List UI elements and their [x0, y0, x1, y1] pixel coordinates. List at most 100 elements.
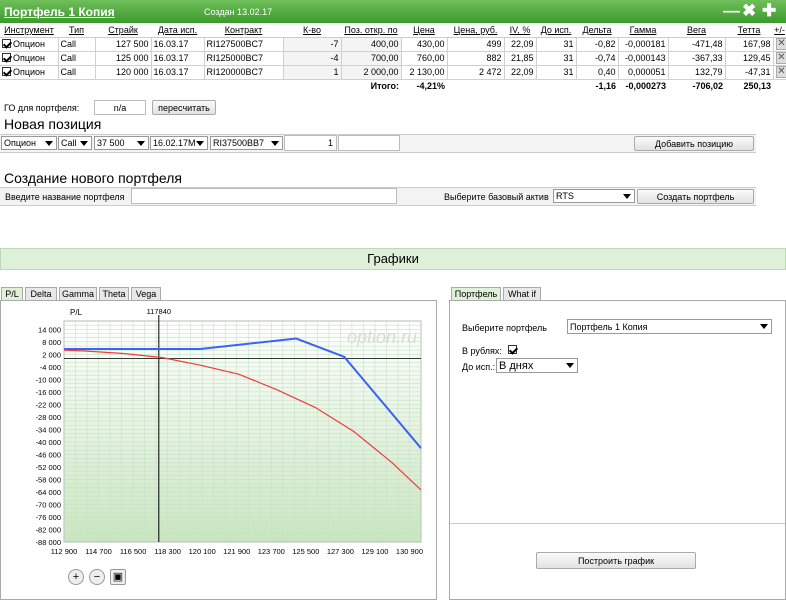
type-select[interactable]: Call — [58, 136, 92, 150]
expiry-label: До исп.: — [462, 362, 496, 372]
add-icon[interactable]: ✚ — [762, 1, 776, 21]
column-header[interactable]: Страйк — [95, 23, 151, 38]
tab-gamma[interactable]: Gamma — [59, 287, 97, 301]
total-label: Итого: — [370, 81, 399, 92]
instrument-select[interactable]: Опцион — [1, 136, 57, 150]
minimize-icon[interactable]: — — [723, 1, 740, 21]
column-header[interactable]: До исп. — [536, 23, 576, 38]
zoom-in-icon[interactable]: + — [68, 569, 84, 585]
tab-what-if[interactable]: What if — [503, 287, 541, 301]
tab-pl[interactable]: P/L — [1, 287, 23, 301]
qty-cell[interactable]: -4 — [283, 51, 342, 66]
table-cell: RI125000BC7 — [204, 51, 284, 66]
column-header[interactable]: Вега — [668, 23, 725, 38]
price-input[interactable] — [338, 135, 400, 151]
table-cell: 0,000051 — [618, 65, 669, 80]
table-cell: 167,98 — [725, 37, 774, 52]
table-cell: 16.03.17 — [151, 37, 205, 52]
table-cell: 127 500 — [95, 37, 152, 52]
tab-vega[interactable]: Vega — [131, 287, 161, 301]
rubles-label: В рублях: — [462, 346, 502, 356]
base-asset-select[interactable]: RTS — [553, 189, 635, 203]
table-cell: 400,00 — [341, 37, 402, 52]
qty-cell[interactable]: -7 — [283, 37, 342, 52]
date-select[interactable]: 16.02.17М — [150, 136, 208, 150]
totals-cell: 250,13 — [743, 81, 771, 92]
y-tick-label: -70 000 — [36, 500, 61, 509]
y-tick-label: 2 000 — [42, 350, 61, 359]
y-tick-label: -16 000 — [36, 388, 61, 397]
remove-row-icon[interactable]: ✕ — [775, 66, 785, 78]
table-cell: 0,40 — [576, 65, 619, 80]
row-checkbox[interactable] — [2, 53, 11, 63]
column-header[interactable]: Инструмент — [0, 23, 58, 38]
column-header[interactable]: Цена, руб. — [447, 23, 504, 38]
table-cell: Call — [58, 65, 96, 80]
row-checkbox[interactable] — [2, 67, 11, 77]
column-header[interactable]: Дельта — [576, 23, 618, 38]
table-cell: -0,74 — [576, 51, 619, 66]
strike-select[interactable]: 37 500 — [94, 136, 149, 150]
created-date: Создан 13.02.17 — [204, 7, 273, 17]
new-portfolio-heading: Создание нового портфеля — [4, 170, 182, 186]
qty-cell[interactable]: 1 — [283, 65, 342, 80]
row-checkbox[interactable] — [2, 39, 11, 49]
totals-cell: -1,16 — [595, 81, 616, 92]
column-header[interactable]: Цена — [401, 23, 447, 38]
portfolio-select[interactable]: Портфель 1 Копия — [567, 319, 772, 334]
totals-cell: -0,000273 — [625, 81, 666, 92]
x-tick-label: 116 500 — [120, 547, 147, 556]
x-tick-label: 123 700 — [258, 547, 285, 556]
close-icon[interactable]: ✖ — [742, 1, 756, 21]
y-tick-label: -82 000 — [36, 525, 61, 534]
column-header[interactable]: Дата исп. — [151, 23, 204, 38]
column-header[interactable]: IV, % — [504, 23, 536, 38]
column-header[interactable]: К-во — [283, 23, 341, 38]
table-cell: Call — [58, 37, 96, 52]
table-cell: Опцион — [0, 65, 59, 80]
panel-divider — [450, 523, 785, 524]
contract-select[interactable]: RI37500BB7 — [210, 136, 283, 150]
totals-cell — [151, 79, 204, 93]
y-tick-label: 14 000 — [38, 325, 61, 334]
table-cell: 2 000,00 — [341, 65, 402, 80]
remove-row-icon[interactable]: ✕ — [775, 52, 785, 64]
instrument-text: Опцион — [13, 38, 46, 49]
totals-cell — [536, 79, 576, 93]
zoom-reset-icon[interactable]: ▣ — [110, 569, 126, 585]
table-cell: -471,48 — [668, 37, 726, 52]
y-tick-label: -58 000 — [36, 475, 61, 484]
create-portfolio-button[interactable]: Создать портфель — [637, 189, 754, 204]
column-header[interactable]: Гамма — [618, 23, 668, 38]
tab-portfolio[interactable]: Портфель — [451, 287, 501, 301]
totals-cell: -706,02 — [692, 81, 723, 92]
table-row: Опцион Call 127 500 16.03.17 RI127500BC7 -7 40… — [0, 37, 786, 52]
x-tick-label: 127 300 — [327, 547, 354, 556]
expiry-select[interactable]: В днях — [496, 358, 578, 373]
recalculate-button[interactable]: пересчитать — [152, 100, 216, 115]
remove-row-icon[interactable]: ✕ — [775, 38, 785, 50]
y-tick-label: -10 000 — [36, 375, 61, 384]
remove-cell: ✕ — [773, 65, 786, 80]
portfolio-title[interactable]: Портфель 1 Копия — [4, 5, 115, 19]
qty-input[interactable]: 1 — [284, 135, 337, 151]
table-cell: 120 000 — [95, 65, 152, 80]
portfolio-name-input[interactable] — [131, 188, 397, 204]
y-tick-label: 8 000 — [42, 338, 61, 347]
y-tick-label: -88 000 — [36, 538, 61, 547]
column-header[interactable]: Поз. откр. по — [341, 23, 401, 38]
column-header[interactable]: Тетта — [725, 23, 773, 38]
table-header: Инструмент Тип Страйк Дата исп. Контракт К-во… — [0, 23, 786, 38]
zoom-out-icon[interactable]: − — [89, 569, 105, 585]
table-cell: 760,00 — [401, 51, 448, 66]
column-header[interactable]: Тип — [58, 23, 95, 38]
new-position-heading: Новая позиция — [4, 116, 102, 132]
table-row: Опцион Call 120 000 16.03.17 RI120000BC7 1 2 0… — [0, 65, 786, 80]
rubles-checkbox[interactable] — [508, 345, 517, 355]
column-header[interactable]: Контракт — [204, 23, 283, 38]
tab-delta[interactable]: Delta — [25, 287, 57, 301]
build-chart-button[interactable]: Построить график — [536, 552, 696, 569]
y-tick-label: -76 000 — [36, 513, 61, 522]
tab-theta[interactable]: Theta — [99, 287, 129, 301]
add-position-button[interactable]: Добавить позицию — [634, 136, 754, 151]
